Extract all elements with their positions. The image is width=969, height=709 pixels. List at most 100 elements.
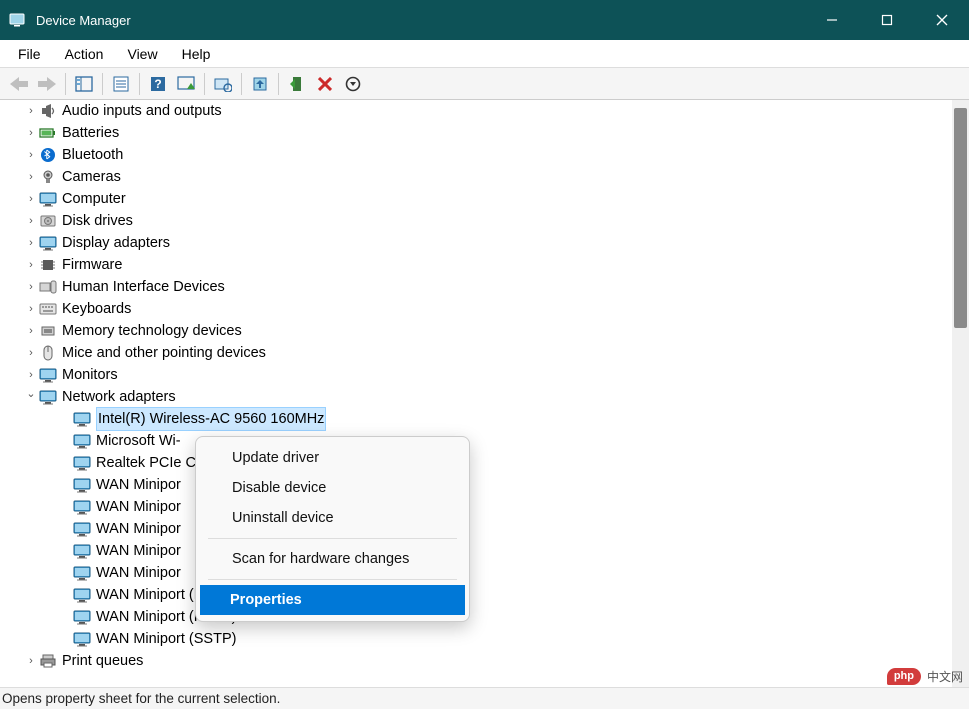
expander-icon[interactable]: ›: [24, 166, 38, 188]
device-label: Intel(R) Wireless-AC 9560 160MHz: [96, 407, 326, 431]
php-badge-icon: php: [887, 668, 921, 685]
context-disable-device[interactable]: Disable device: [202, 473, 463, 503]
maximize-button[interactable]: [859, 0, 914, 40]
context-update-driver[interactable]: Update driver: [202, 443, 463, 473]
category-mem[interactable]: ›Memory technology devices: [0, 320, 951, 342]
device-item[interactable]: WAN Miniport (SSTP): [0, 628, 951, 650]
category-cam[interactable]: ›Cameras: [0, 166, 951, 188]
device-item[interactable]: WAN Minipor: [0, 540, 951, 562]
category-label: Bluetooth: [62, 144, 123, 166]
enable-device-button[interactable]: [284, 71, 310, 97]
app-icon: [8, 11, 26, 29]
minimize-button[interactable]: [804, 0, 859, 40]
monitor-icon: [38, 366, 58, 384]
network-adapter-icon: [72, 564, 92, 582]
category-bt[interactable]: › Bluetooth: [0, 144, 951, 166]
scan-hardware-button[interactable]: [210, 71, 236, 97]
category-label: Human Interface Devices: [62, 276, 225, 298]
device-item[interactable]: Microsoft Wi-: [0, 430, 951, 452]
category-label: Display adapters: [62, 232, 170, 254]
action-center-button[interactable]: [173, 71, 199, 97]
context-menu: Update driver Disable device Uninstall d…: [195, 436, 470, 622]
context-separator: [208, 538, 457, 539]
category-audio[interactable]: › Audio inputs and outputs: [0, 100, 951, 122]
expander-icon[interactable]: ›: [24, 144, 38, 166]
vertical-scrollbar[interactable]: [952, 100, 969, 687]
menubar: File Action View Help: [0, 40, 969, 68]
category-label: Keyboards: [62, 298, 131, 320]
expander-icon[interactable]: ›: [24, 650, 38, 672]
chip2-icon: [38, 322, 58, 340]
category-label: Mice and other pointing devices: [62, 342, 266, 364]
device-label: Microsoft Wi-: [96, 430, 181, 452]
category-fw[interactable]: › Firmware: [0, 254, 951, 276]
uninstall-device-button[interactable]: [312, 71, 338, 97]
disable-device-button[interactable]: [340, 71, 366, 97]
bluetooth-icon: [38, 146, 58, 164]
device-item[interactable]: Intel(R) Wireless-AC 9560 160MHz: [0, 408, 951, 430]
device-item[interactable]: WAN Minipor: [0, 496, 951, 518]
update-driver-button[interactable]: [247, 71, 273, 97]
network-adapter-icon: [72, 630, 92, 648]
menu-help[interactable]: Help: [170, 43, 223, 65]
device-item[interactable]: WAN Miniport (PPTP): [0, 606, 951, 628]
menu-view[interactable]: View: [115, 43, 169, 65]
expander-icon[interactable]: ›: [24, 342, 38, 364]
device-label: WAN Minipor: [96, 540, 181, 562]
category-print-queues[interactable]: ›Print queues: [0, 650, 951, 672]
device-item[interactable]: WAN Minipor: [0, 562, 951, 584]
expander-icon[interactable]: ›: [24, 122, 38, 144]
category-kb[interactable]: › Keyboards: [0, 298, 951, 320]
category-label: Network adapters: [62, 386, 176, 408]
monitor-icon: [38, 190, 58, 208]
disk-icon: [38, 212, 58, 230]
expander-icon[interactable]: ›: [24, 298, 38, 320]
category-label: Firmware: [62, 254, 122, 276]
device-item[interactable]: WAN Minipor: [0, 518, 951, 540]
category-label: Audio inputs and outputs: [62, 100, 222, 122]
category-label: Batteries: [62, 122, 119, 144]
context-uninstall-device[interactable]: Uninstall device: [202, 503, 463, 533]
menu-action[interactable]: Action: [53, 43, 116, 65]
properties-button[interactable]: [108, 71, 134, 97]
back-button[interactable]: [6, 71, 32, 97]
device-item[interactable]: Realtek PCIe C: [0, 452, 951, 474]
category-hid[interactable]: › Human Interface Devices: [0, 276, 951, 298]
expander-icon[interactable]: ›: [24, 100, 38, 122]
network-adapter-icon: [72, 586, 92, 604]
device-label: WAN Minipor: [96, 518, 181, 540]
category-disk[interactable]: ›Disk drives: [0, 210, 951, 232]
titlebar: Device Manager: [0, 0, 969, 40]
svg-text:?: ?: [154, 77, 161, 91]
close-button[interactable]: [914, 0, 969, 40]
expander-icon[interactable]: ›: [24, 188, 38, 210]
expander-icon[interactable]: ›: [24, 254, 38, 276]
expander-icon[interactable]: ›: [24, 232, 38, 254]
toolbar-separator: [278, 73, 279, 95]
expander-icon[interactable]: ⌄: [24, 383, 38, 405]
device-item[interactable]: WAN Minipor: [0, 474, 951, 496]
expander-icon[interactable]: ›: [24, 210, 38, 232]
expander-icon[interactable]: ›: [24, 320, 38, 342]
category-mon[interactable]: ›Monitors: [0, 364, 951, 386]
category-net[interactable]: ⌄ Network adapters: [0, 386, 951, 408]
device-tree[interactable]: › Audio inputs and outputs › Batteries › Blue…: [0, 100, 951, 687]
show-hide-console-button[interactable]: [71, 71, 97, 97]
category-mice[interactable]: › Mice and other pointing devices: [0, 342, 951, 364]
network-adapter-icon: [72, 432, 92, 450]
context-scan-hardware[interactable]: Scan for hardware changes: [202, 544, 463, 574]
scrollbar-thumb[interactable]: [954, 108, 967, 328]
expander-icon[interactable]: ›: [24, 276, 38, 298]
window-title: Device Manager: [36, 13, 131, 28]
network-adapter-icon: [72, 476, 92, 494]
category-comp[interactable]: ›Computer: [0, 188, 951, 210]
forward-button[interactable]: [34, 71, 60, 97]
context-properties[interactable]: Properties: [200, 585, 465, 615]
category-batt[interactable]: › Batteries: [0, 122, 951, 144]
category-disp[interactable]: › Display adapters: [0, 232, 951, 254]
help-button[interactable]: ?: [145, 71, 171, 97]
status-text: Opens property sheet for the current sel…: [2, 691, 280, 706]
menu-file[interactable]: File: [6, 43, 53, 65]
toolbar: ?: [0, 68, 969, 100]
device-item[interactable]: WAN Miniport (PPPOE): [0, 584, 951, 606]
